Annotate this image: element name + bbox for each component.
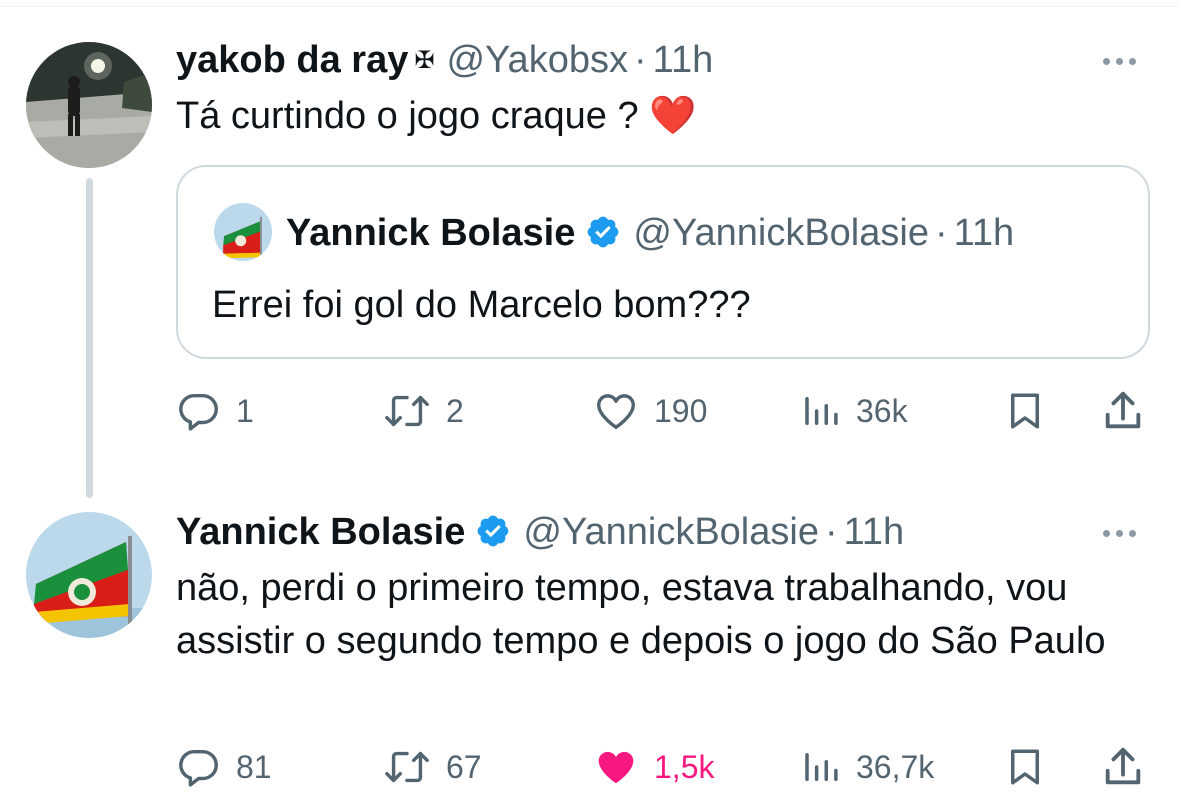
author-handle[interactable]: @YannickBolasie bbox=[523, 510, 819, 554]
like-button-active[interactable]: 1,5k bbox=[592, 742, 714, 792]
retweet-icon bbox=[385, 395, 429, 427]
reply-count: 1 bbox=[236, 392, 254, 429]
retweet-count: 2 bbox=[446, 392, 464, 429]
avatar-yannick[interactable] bbox=[26, 512, 152, 638]
separator-dot: · bbox=[633, 39, 647, 81]
main-action-bar: 81 67 1,5k 36,7k bbox=[176, 742, 1156, 792]
author-name[interactable]: yakob da ray bbox=[176, 38, 408, 82]
more-options-icon[interactable] bbox=[1103, 58, 1136, 65]
views-count: 36,7k bbox=[856, 748, 935, 785]
bookmark-button[interactable] bbox=[1004, 742, 1046, 792]
quoted-header: Yannick Bolasie @YannickBolasie · 11h bbox=[286, 209, 1014, 255]
share-button[interactable] bbox=[1100, 386, 1146, 436]
reply-count: 81 bbox=[236, 748, 272, 785]
share-button[interactable] bbox=[1100, 742, 1146, 792]
like-count: 1,5k bbox=[654, 748, 715, 785]
separator-dot: · bbox=[934, 212, 948, 254]
author-name[interactable]: Yannick Bolasie bbox=[176, 510, 465, 554]
quoted-author-name: Yannick Bolasie bbox=[286, 212, 576, 254]
reply-action-bar: 1 2 190 36k bbox=[176, 386, 1156, 436]
avatar-yakob[interactable] bbox=[26, 42, 152, 168]
reply-button[interactable]: 1 bbox=[176, 386, 254, 436]
top-divider bbox=[0, 6, 1179, 7]
reply-header: yakob da ray ✠ @Yakobsx · 11h bbox=[176, 38, 713, 87]
verified-badge-icon bbox=[478, 515, 509, 547]
quoted-text: Errei foi gol do Marcelo bom??? bbox=[212, 284, 751, 326]
views-button[interactable]: 36,7k bbox=[800, 742, 934, 792]
heart-filled-icon bbox=[598, 751, 634, 784]
bookmark-button[interactable] bbox=[1004, 386, 1046, 436]
reply-icon bbox=[179, 749, 218, 787]
avatar-yannick-small bbox=[214, 203, 272, 261]
main-text: não, perdi o primeiro tempo, estava trab… bbox=[176, 567, 1106, 662]
retweet-count: 67 bbox=[446, 748, 482, 785]
retweet-icon bbox=[385, 751, 429, 783]
like-count: 190 bbox=[654, 392, 708, 429]
views-button[interactable]: 36k bbox=[800, 386, 908, 436]
separator-dot: · bbox=[824, 511, 838, 553]
verified-badge-icon bbox=[588, 216, 619, 248]
tweet-timestamp[interactable]: 11h bbox=[844, 510, 905, 554]
reply-icon bbox=[179, 393, 218, 431]
bookmark-icon bbox=[1011, 749, 1039, 785]
retweet-button[interactable]: 2 bbox=[382, 386, 464, 436]
reply-text: Tá curtindo o jogo craque ? ❤️ bbox=[176, 95, 697, 137]
heart-icon bbox=[597, 394, 635, 430]
main-header: Yannick Bolasie @YannickBolasie · 11h bbox=[176, 508, 904, 554]
maltese-cross-icon: ✠ bbox=[414, 47, 435, 74]
retweet-button[interactable]: 67 bbox=[382, 742, 482, 792]
reply-button[interactable]: 81 bbox=[176, 742, 272, 792]
bookmark-icon bbox=[1011, 393, 1039, 429]
views-count: 36k bbox=[856, 392, 908, 429]
share-icon bbox=[1105, 391, 1141, 429]
author-handle[interactable]: @Yakobsx bbox=[446, 38, 628, 82]
share-icon bbox=[1105, 747, 1141, 785]
tweet-timestamp[interactable]: 11h bbox=[653, 38, 714, 82]
views-chart-icon bbox=[805, 753, 838, 781]
more-options-icon[interactable] bbox=[1103, 530, 1136, 537]
quoted-tweet-card[interactable]: Yannick Bolasie @YannickBolasie · 11h Er… bbox=[176, 165, 1150, 359]
thread-connector-line bbox=[86, 178, 93, 498]
like-button[interactable]: 190 bbox=[592, 386, 707, 436]
quoted-timestamp: 11h bbox=[953, 212, 1015, 254]
views-chart-icon bbox=[805, 397, 838, 425]
quoted-author-handle: @YannickBolasie bbox=[633, 212, 929, 254]
